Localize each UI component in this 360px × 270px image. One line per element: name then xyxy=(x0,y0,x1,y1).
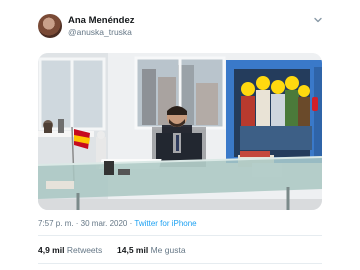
tweet-card: Ana Menéndez @anuska_truska 7:57 p. m. ·… xyxy=(0,0,360,270)
tweet-stats: 4,9 mil Retweets 14,5 mil Me gusta xyxy=(38,245,186,255)
source-separator: · xyxy=(129,219,133,228)
author-name[interactable]: Ana Menéndez xyxy=(68,15,135,26)
tweet-timestamp[interactable]: 7:57 p. m. · 30 mar. 2020 xyxy=(38,219,127,228)
likes-label[interactable]: Me gusta xyxy=(151,245,186,255)
office-scene-image xyxy=(38,53,322,210)
tweet-media-photo[interactable] xyxy=(38,53,322,210)
tweet-timestamp-line: 7:57 p. m. · 30 mar. 2020 · Twitter for … xyxy=(38,219,197,228)
divider-top xyxy=(38,235,322,236)
retweets-label[interactable]: Retweets xyxy=(67,245,102,255)
retweets-count[interactable]: 4,9 mil xyxy=(38,245,64,255)
divider-bottom xyxy=(38,263,322,264)
tweet-source-link[interactable]: Twitter for iPhone xyxy=(134,219,196,228)
author-avatar[interactable] xyxy=(38,14,62,38)
chevron-down-icon[interactable] xyxy=(312,14,324,26)
likes-count[interactable]: 14,5 mil xyxy=(117,245,148,255)
author-handle[interactable]: @anuska_truska xyxy=(68,27,132,37)
